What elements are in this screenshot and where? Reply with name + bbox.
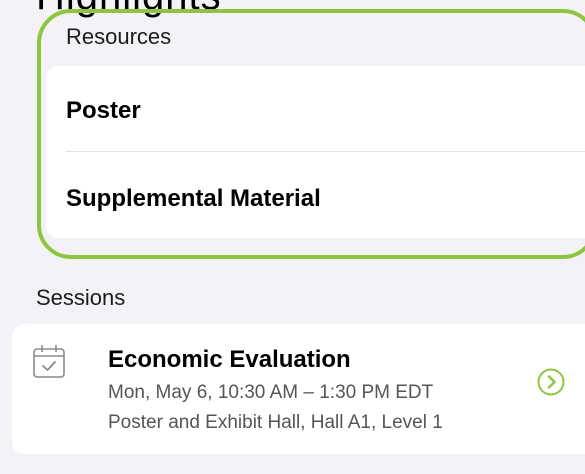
- resource-item-supplemental-material[interactable]: Supplemental Material: [66, 185, 321, 213]
- resources-card: Poster Supplemental Material: [46, 66, 585, 238]
- session-item[interactable]: Economic Evaluation Mon, May 6, 10:30 AM…: [12, 324, 585, 454]
- session-location: Poster and Exhibit Hall, Hall A1, Level …: [108, 412, 443, 433]
- page: Highlights Resources Poster Supplemental…: [0, 0, 585, 474]
- session-time: Mon, May 6, 10:30 AM – 1:30 PM EDT: [108, 382, 434, 403]
- page-heading-clipped: Highlights: [36, 0, 222, 19]
- chevron-right-circle-icon[interactable]: [537, 368, 565, 396]
- resources-section-label: Resources: [66, 24, 172, 49]
- sessions-section-label: Sessions: [36, 285, 126, 310]
- resource-item-poster[interactable]: Poster: [66, 97, 141, 125]
- divider: [66, 151, 585, 152]
- session-title: Economic Evaluation: [108, 346, 351, 373]
- calendar-check-icon: [33, 344, 65, 378]
